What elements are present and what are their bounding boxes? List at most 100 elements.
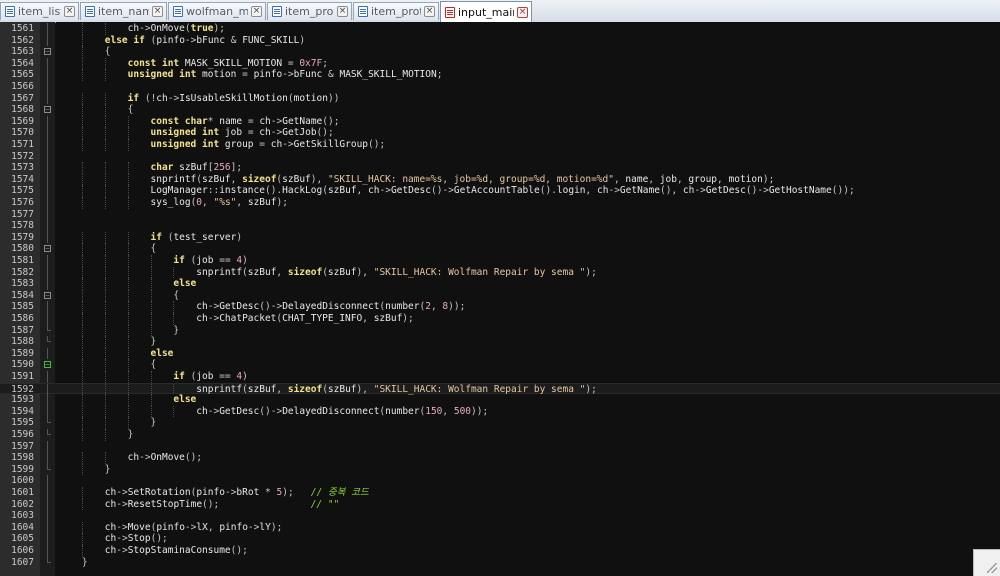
code-line[interactable]: 1594 ch->GetDesc()->DelayedDisconnect(nu… bbox=[0, 405, 1000, 418]
code-line[interactable]: 1607 } bbox=[0, 556, 1000, 569]
line-number: 1596 bbox=[11, 429, 34, 440]
code-line[interactable]: 1592 snprintf(szBuf, sizeof(szBuf), "SKI… bbox=[0, 382, 1000, 396]
code-line[interactable]: 1569 const char* name = ch->GetName(); bbox=[0, 115, 1000, 128]
close-icon[interactable]: × bbox=[251, 6, 262, 17]
code-line[interactable]: 1565 unsigned int motion = pinfo->bFunc … bbox=[0, 69, 1000, 81]
code-line[interactable]: 1576 sys_log(0, "%s", szBuf); bbox=[0, 197, 1000, 209]
tab-5[interactable]: input_main.cpp× bbox=[440, 1, 532, 22]
code-line[interactable]: 1579 if (test_server) bbox=[0, 231, 1000, 244]
code-line[interactable]: 1598 ch->OnMove(); bbox=[0, 452, 1000, 464]
code-line[interactable]: 1586 ch->ChatPacket(CHAT_TYPE_INFO, szBu… bbox=[0, 313, 1000, 325]
line-number: 1582 bbox=[11, 266, 34, 278]
fold-line bbox=[47, 115, 48, 128]
line-number: 1567 bbox=[11, 92, 34, 104]
line-number: 1578 bbox=[11, 220, 34, 232]
close-icon[interactable]: × bbox=[152, 6, 163, 17]
fold-line bbox=[47, 197, 48, 209]
code-line[interactable]: 1603 bbox=[0, 510, 1000, 522]
close-icon[interactable]: × bbox=[424, 6, 435, 17]
tab-0[interactable]: item_list.txt× bbox=[0, 2, 79, 20]
code-line[interactable]: 1561 ch->OnMove(true); bbox=[0, 23, 1000, 35]
line-number: 1589 bbox=[11, 347, 34, 359]
code-line[interactable]: 1578 bbox=[0, 220, 1000, 232]
fold-line bbox=[47, 440, 48, 453]
code-text: } bbox=[127, 429, 134, 440]
line-number: 1585 bbox=[11, 301, 34, 313]
fold-collapse-icon[interactable]: − bbox=[44, 106, 51, 114]
fold-line bbox=[47, 533, 48, 545]
code-text: ch->StopStaminaConsume(); bbox=[104, 545, 248, 556]
code-text: ch->GetDesc()->DelayedDisconnect(number(… bbox=[196, 405, 489, 417]
code-line[interactable]: 1600 bbox=[0, 475, 1000, 487]
tab-1[interactable]: item_names.txt× bbox=[80, 2, 167, 20]
fold-line bbox=[47, 313, 48, 325]
fold-collapse-icon[interactable]: − bbox=[44, 361, 51, 369]
fold-line bbox=[47, 173, 48, 186]
code-line[interactable]: 1570 unsigned int job = ch->GetJob(); bbox=[0, 127, 1000, 139]
fold-end-marker bbox=[47, 417, 51, 424]
code-line[interactable]: 1580 − { bbox=[0, 243, 1000, 255]
line-number: 1569 bbox=[11, 115, 34, 127]
tab-2[interactable]: wolfman_m.msm× bbox=[168, 2, 266, 20]
fold-collapse-icon[interactable]: − bbox=[44, 291, 51, 299]
line-number: 1564 bbox=[11, 57, 34, 69]
code-line[interactable]: 1595 } bbox=[0, 417, 1000, 429]
code-line[interactable]: 1597 bbox=[0, 440, 1000, 453]
code-text: ch->GetDesc()->DelayedDisconnect(number(… bbox=[196, 301, 466, 313]
code-line[interactable]: 1596 } bbox=[0, 429, 1000, 441]
fold-collapse-icon[interactable]: − bbox=[44, 48, 51, 56]
code-line[interactable]: 1573 char szBuf[256]; bbox=[0, 162, 1000, 174]
fold-line bbox=[47, 255, 48, 267]
fold-line bbox=[47, 371, 48, 383]
code-line[interactable]: 1567 if (!ch->IsUsableSkillMotion(motion… bbox=[0, 92, 1000, 105]
fold-line bbox=[47, 347, 48, 360]
code-line[interactable]: 1593 else bbox=[0, 394, 1000, 406]
code-line[interactable]: 1585 ch->GetDesc()->DelayedDisconnect(nu… bbox=[0, 301, 1000, 313]
line-number: 1590 bbox=[11, 359, 34, 371]
code-line[interactable]: 1605 ch->Stop(); bbox=[0, 533, 1000, 545]
code-editor[interactable]: 1561 ch->OnMove(true); 1562 else if (pinf… bbox=[0, 22, 1000, 576]
fold-line bbox=[47, 23, 48, 35]
code-text: { bbox=[150, 243, 157, 255]
code-line[interactable]: 1562 else if (pinfo->bFunc & FUNC_SKILL) bbox=[0, 34, 1000, 47]
code-line[interactable]: 1587 } bbox=[0, 324, 1000, 337]
code-line[interactable]: 1599 } bbox=[0, 463, 1000, 476]
code-line[interactable]: 1602 ch->ResetStopTime(); // "" bbox=[0, 498, 1000, 511]
file-icon bbox=[358, 6, 368, 17]
code-line[interactable]: 1577 bbox=[0, 208, 1000, 221]
code-line[interactable]: 1566 bbox=[0, 81, 1000, 93]
code-line[interactable]: 1574 snprintf(szBuf, sizeof(szBuf), "SKI… bbox=[0, 173, 1000, 186]
code-line[interactable]: 1568 − { bbox=[0, 104, 1000, 116]
code-line[interactable]: 1606 ch->StopStaminaConsume(); bbox=[0, 545, 1000, 557]
fold-end-marker bbox=[47, 336, 51, 343]
code-line[interactable]: 1601 ch->SetRotation(pinfo->bRot * 5); /… bbox=[0, 487, 1000, 499]
code-line[interactable]: 1571 unsigned int group = ch->GetSkillGr… bbox=[0, 139, 1000, 151]
tab-3[interactable]: item_proto.txt× bbox=[267, 2, 352, 20]
fold-collapse-icon[interactable]: − bbox=[44, 245, 51, 253]
fold-line bbox=[47, 231, 48, 244]
code-line[interactable]: 1588 } bbox=[0, 336, 1000, 348]
code-line[interactable]: 1564 const int MASK_SKILL_MOTION = 0x7F; bbox=[0, 57, 1000, 70]
close-icon[interactable]: × bbox=[517, 6, 528, 18]
file-icon bbox=[173, 6, 183, 17]
close-icon[interactable]: × bbox=[337, 6, 348, 17]
tab-4[interactable]: item_proto.txt× bbox=[353, 2, 439, 20]
line-number: 1606 bbox=[11, 545, 34, 556]
fold-line bbox=[47, 220, 48, 232]
code-line[interactable]: 1583 else bbox=[0, 278, 1000, 290]
code-line[interactable]: 1572 bbox=[0, 150, 1000, 163]
code-line[interactable]: 1582 snprintf(szBuf, sizeof(szBuf), "SKI… bbox=[0, 266, 1000, 279]
code-line[interactable]: 1575 LogManager::instance().HackLog(szBu… bbox=[0, 185, 1000, 197]
close-icon[interactable]: × bbox=[64, 6, 75, 17]
code-line[interactable]: 1563 − { bbox=[0, 46, 1000, 58]
resize-grip[interactable] bbox=[973, 549, 1000, 576]
code-line[interactable]: 1584 − { bbox=[0, 289, 1000, 302]
code-line[interactable]: 1591 if (job == 4) bbox=[0, 371, 1000, 383]
code-line[interactable]: 1581 if (job == 4) bbox=[0, 255, 1000, 267]
fold-end-marker bbox=[47, 429, 51, 435]
code-line[interactable]: 1589 else bbox=[0, 347, 1000, 360]
code-line[interactable]: 1604 ch->Move(pinfo->lX, pinfo->lY); bbox=[0, 521, 1000, 534]
code-text: unsigned int group = ch->GetSkillGroup()… bbox=[150, 139, 386, 150]
code-line[interactable]: 1590 − { bbox=[0, 359, 1000, 371]
code-text: } bbox=[150, 336, 157, 348]
